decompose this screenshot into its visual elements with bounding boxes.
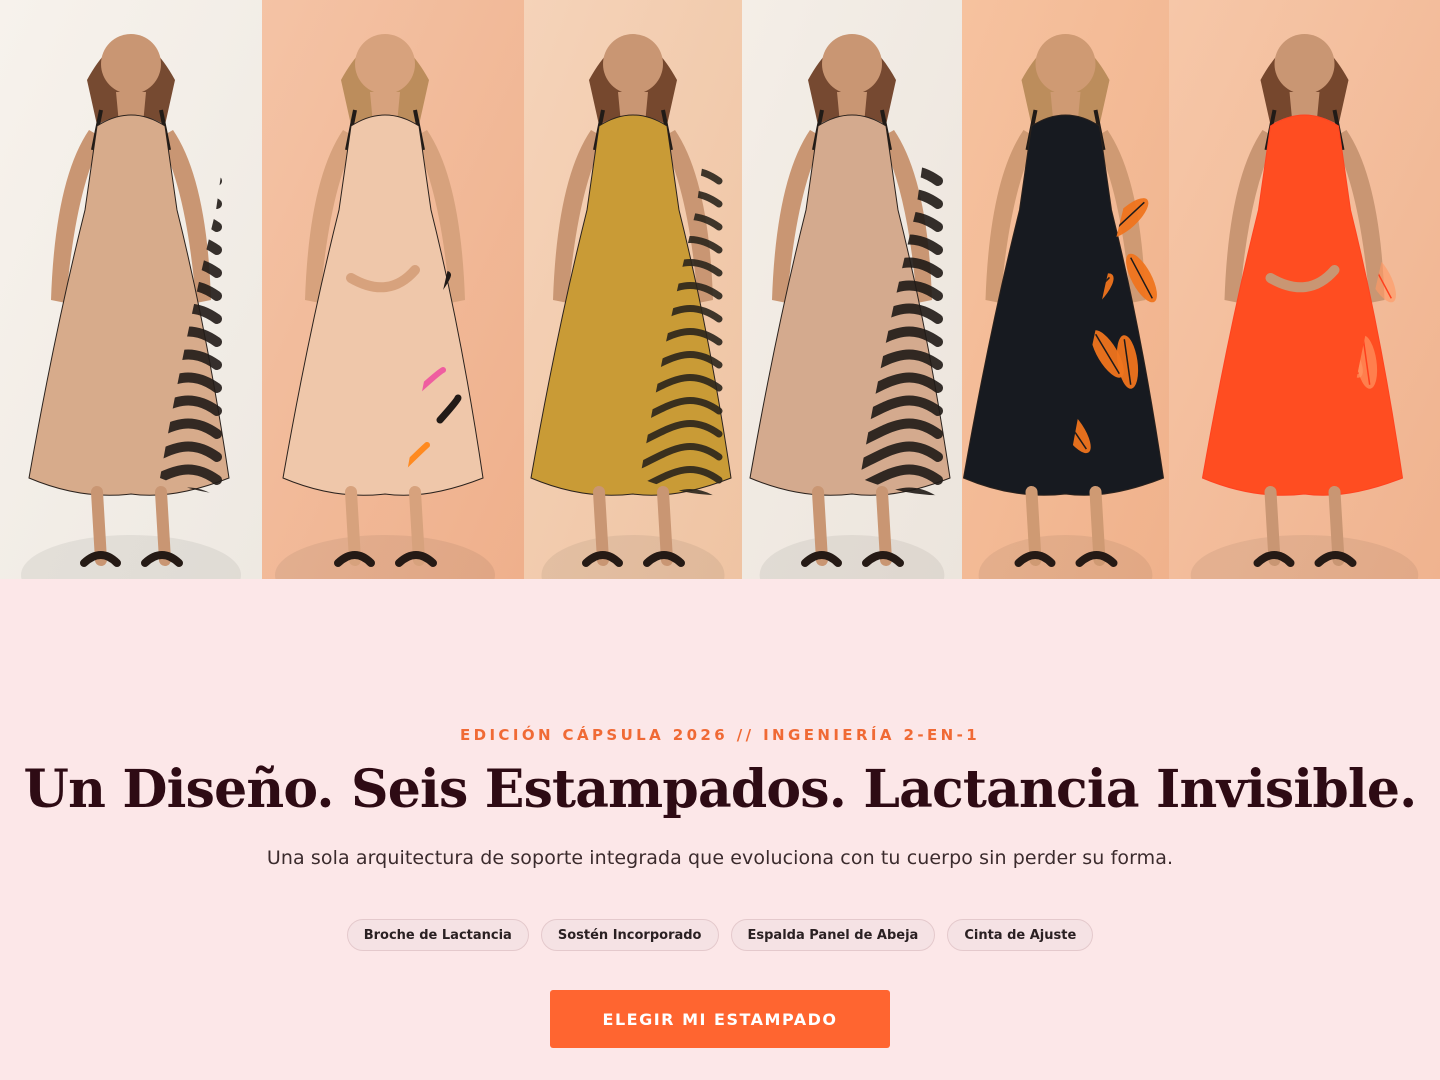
model-illustration-2 — [262, 0, 524, 579]
model-photo-6 — [1169, 0, 1440, 579]
model-gallery — [0, 0, 1440, 579]
model-photo-4 — [742, 0, 962, 579]
hero-copy-section: EDICIÓN CÁPSULA 2026 // INGENIERÍA 2-EN-… — [0, 579, 1440, 1080]
model-photo-5 — [962, 0, 1169, 579]
model-illustration-4 — [742, 0, 962, 579]
model-illustration-1 — [0, 0, 262, 579]
model-photo-1 — [0, 0, 262, 579]
model-photo-2 — [262, 0, 524, 579]
model-illustration-3 — [524, 0, 742, 579]
page-title: Un Diseño. Seis Estampados. Lactancia In… — [23, 759, 1418, 820]
feature-tags: Broche de Lactancia Sostén Incorporado E… — [0, 919, 1440, 951]
model-illustration-5 — [962, 0, 1169, 579]
model-illustration-6 — [1169, 0, 1440, 579]
feature-tag-nursing-clasp: Broche de Lactancia — [346, 919, 529, 951]
collection-kicker: EDICIÓN CÁPSULA 2026 // INGENIERÍA 2-EN-… — [459, 726, 981, 744]
feature-tag-honeycomb-back: Espalda Panel de Abeja — [730, 919, 936, 951]
hero-subtitle: Una sola arquitectura de soporte integra… — [266, 847, 1174, 869]
model-photo-3 — [524, 0, 742, 579]
feature-tag-built-in-bra: Sostén Incorporado — [540, 919, 719, 951]
feature-tag-adjustment-tie: Cinta de Ajuste — [947, 919, 1094, 951]
choose-print-button[interactable]: ELEGIR MI ESTAMPADO — [550, 990, 890, 1048]
product-landing-page: EDICIÓN CÁPSULA 2026 // INGENIERÍA 2-EN-… — [0, 0, 1440, 1080]
